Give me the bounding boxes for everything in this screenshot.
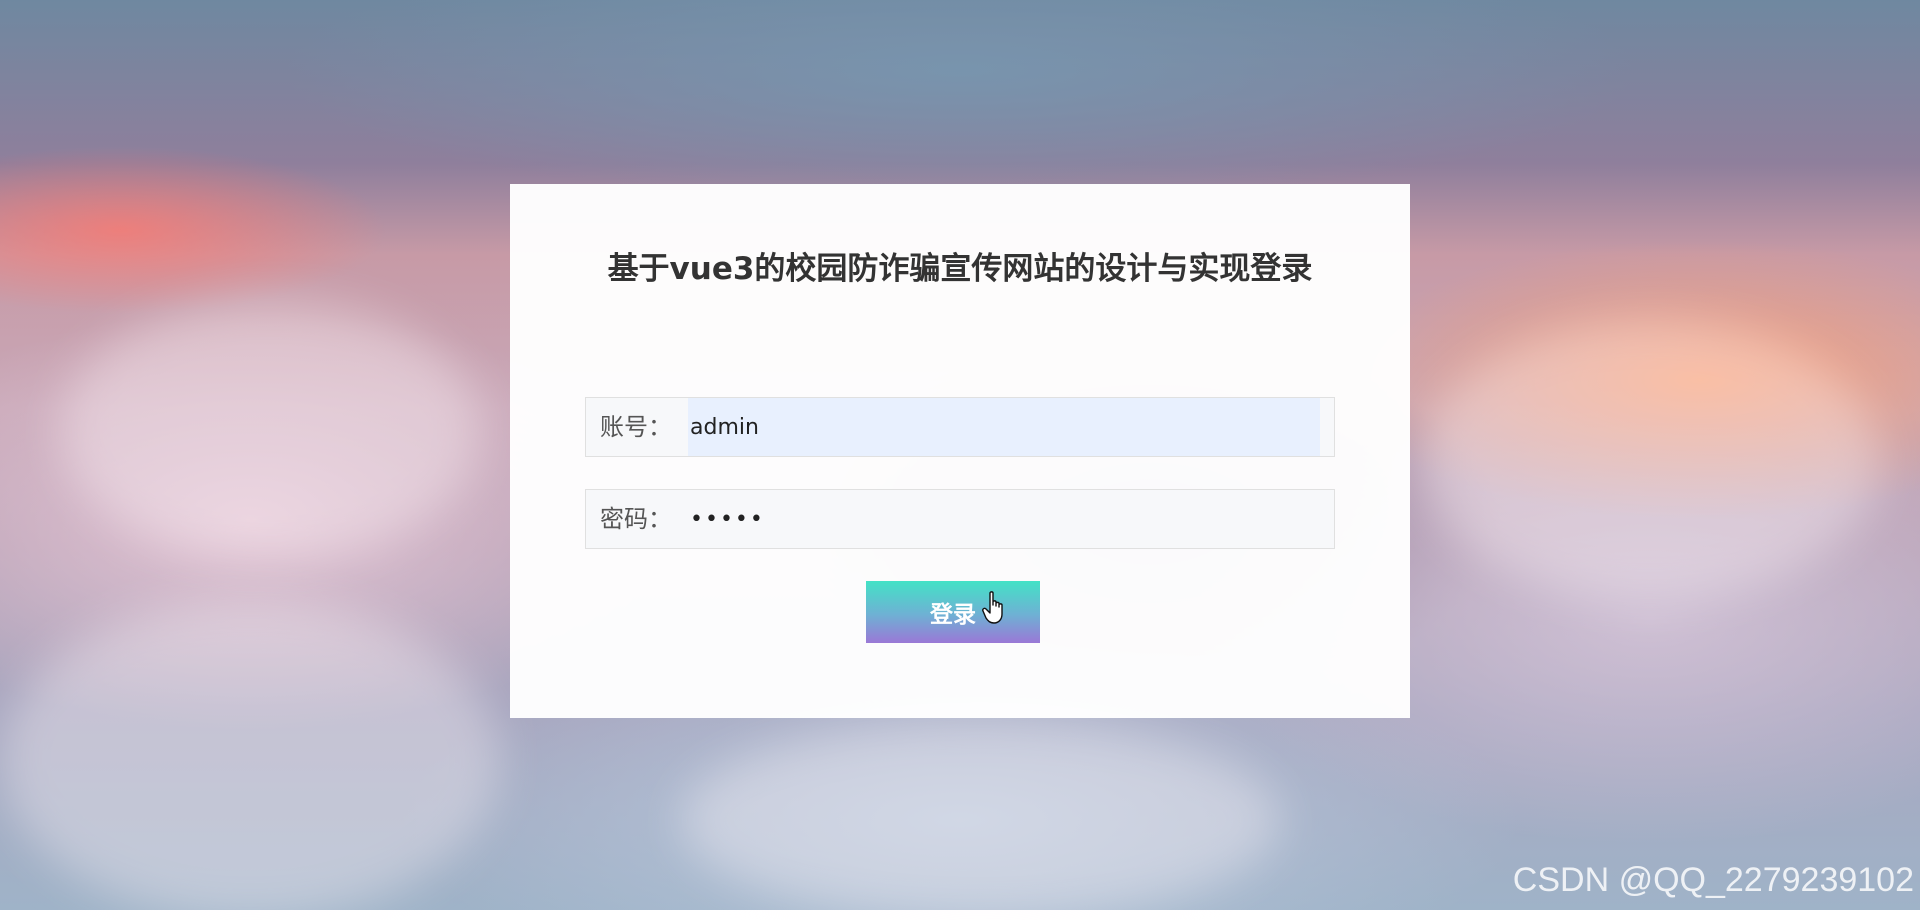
cloud-shape (1420, 320, 1880, 600)
login-card: 基于vue3的校园防诈骗宣传网站的设计与实现登录 账号： 密码： 登录 (510, 184, 1410, 718)
account-field-row: 账号： (585, 397, 1335, 457)
cloud-shape (680, 720, 1280, 920)
login-button[interactable]: 登录 (866, 581, 1040, 643)
password-field-row: 密码： (585, 489, 1335, 549)
account-input[interactable] (688, 398, 1320, 456)
cloud-shape (60, 300, 480, 560)
password-input[interactable] (688, 490, 1320, 548)
hand-pointer-icon (982, 591, 1008, 625)
account-label: 账号： (600, 398, 672, 456)
csdn-watermark: CSDN @QQ_2279239102 (1513, 861, 1914, 900)
cloud-shape (0, 600, 500, 920)
password-label: 密码： (600, 490, 672, 548)
login-title: 基于vue3的校园防诈骗宣传网站的设计与实现登录 (590, 234, 1330, 304)
